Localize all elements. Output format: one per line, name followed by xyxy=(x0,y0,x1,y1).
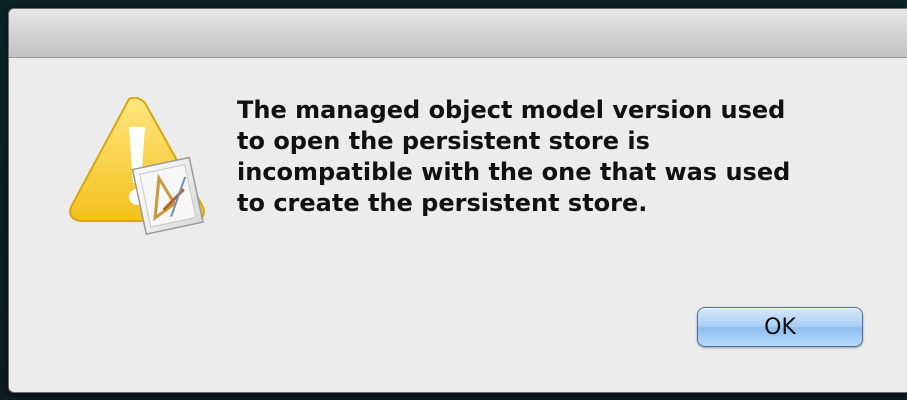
alert-message: The managed object model version used to… xyxy=(237,96,791,217)
warning-icon xyxy=(67,96,207,237)
dialog-titlebar[interactable] xyxy=(9,9,907,58)
alert-dialog: The managed object model version used to… xyxy=(9,9,907,392)
ok-button[interactable]: OK xyxy=(697,307,863,347)
